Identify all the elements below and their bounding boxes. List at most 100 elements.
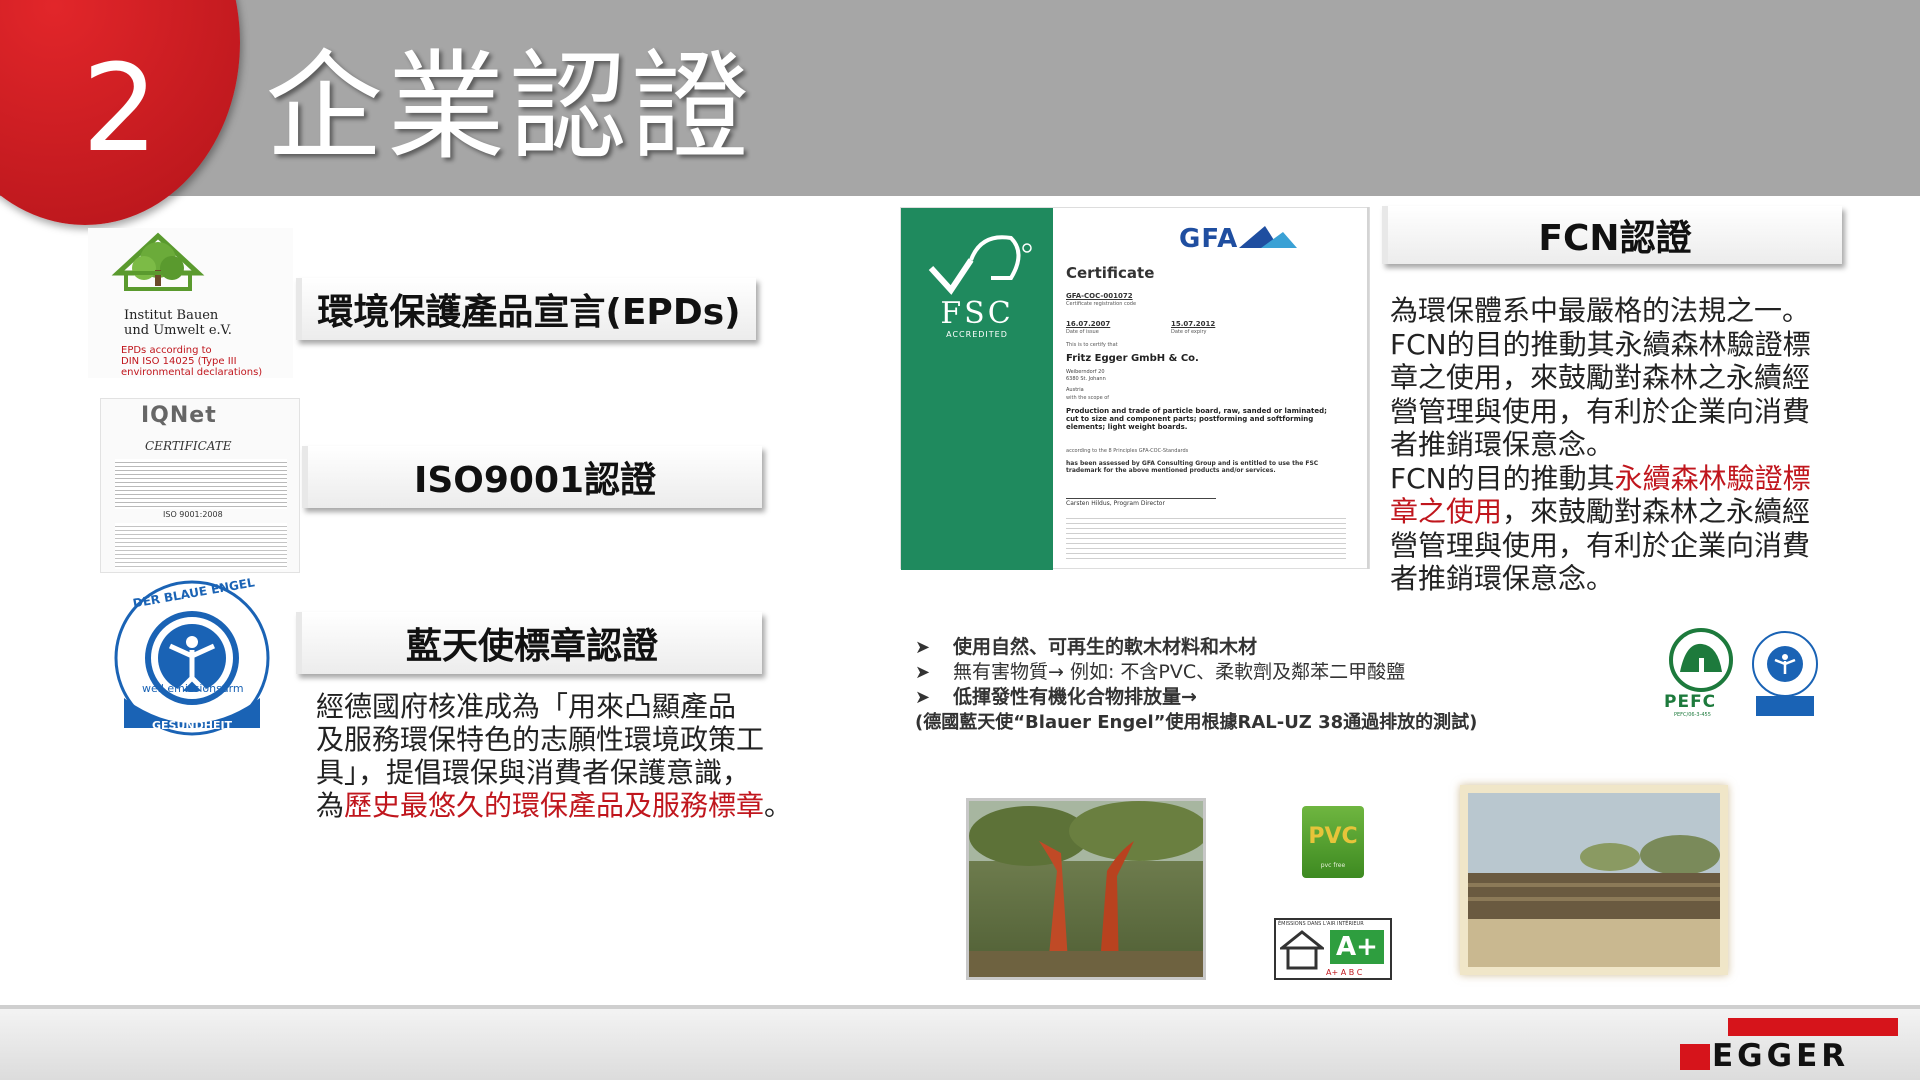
section-number: 2 — [81, 40, 159, 179]
fcn-p1-line-1: 為環保體系中最嚴格的法規之一。 — [1390, 294, 1811, 327]
ba-desc-line-4: 為歷史最悠久的環保產品及服務標章。 — [316, 789, 796, 822]
fsc-cert-heading: Certificate — [1066, 264, 1155, 282]
gfa-logo: GFA — [1179, 224, 1239, 254]
pvc-free-badge: PVC pvc free — [1302, 806, 1364, 878]
fsc-date-expiry: 15.07.2012 — [1171, 320, 1216, 328]
iqnet-fine-print-2 — [115, 523, 287, 569]
fsc-date-issue: 16.07.2007 — [1066, 320, 1111, 328]
fsc-cert-code: GFA-COC-001072 — [1066, 292, 1133, 300]
fsc-scope-label: with the scope of — [1066, 395, 1110, 401]
fcn-p1-line-2: FCN的目的推動其永續森林驗證標 — [1390, 327, 1811, 361]
iqnet-certificate-thumb: IQNet CERTIFICATE ISO 9001:2008 — [100, 398, 300, 573]
gfa-triangle-icon — [1239, 226, 1297, 248]
material-bullets: ➤ 使用自然、可再生的軟木材料和木材 ➤ 無有害物質→ 例如: 不含PVC、柔軟劑及… — [915, 635, 1477, 735]
fcn-p2-highlight-2: 章之使用 — [1390, 495, 1503, 528]
bullet-row: ➤ 低揮發性有機化合物排放量→ — [915, 685, 1477, 710]
fcn-p1-line-5: 者推銷環保意念。 — [1390, 428, 1615, 461]
ba-desc-4a: 為 — [316, 789, 345, 822]
fsc-company: Fritz Egger GmbH & Co. — [1066, 353, 1199, 364]
fsc-certify-text: This is to certify that — [1066, 342, 1118, 348]
pefc-code: PEFC/06-3-455 — [1674, 712, 1711, 718]
iqnet-logo: IQNet — [141, 403, 217, 428]
fsc-date-expiry-label: Date of expiry — [1171, 329, 1207, 335]
fcn-p2-line-1: FCN的目的推動其永續森林驗證標 — [1390, 462, 1830, 496]
egger-logo: EGGER — [1680, 1018, 1898, 1074]
fcn-p2-highlight-1: 永續森林驗證標 — [1614, 461, 1811, 495]
fsc-divider — [1367, 207, 1369, 569]
emission-a-plus-badge: ÉMISSIONS DANS L'AIR INTÉRIEUR A+ A+ A B… — [1274, 918, 1392, 980]
pefc-tree-icon — [1669, 628, 1733, 692]
bullet-text-2: 無有害物質→ 例如: 不含PVC、柔軟劑及鄰苯二甲酸鹽 — [953, 661, 1406, 683]
ba-desc-line-1: 經德國府核准成為「用來凸顯產品 — [316, 690, 737, 723]
cork-oak-photo — [966, 798, 1209, 980]
house-icon — [1280, 930, 1324, 970]
footer — [0, 1009, 1920, 1080]
egger-red-bar — [1728, 1018, 1898, 1036]
egger-wordmark: EGGER — [1712, 1038, 1850, 1074]
ibu-name-1: Institut Bauen — [124, 308, 219, 323]
blue-angel-logo: DER BLAUE ENGEL weil emissionsarm schütz… — [110, 575, 275, 743]
blue-angel-description: 經德國府核准成為「用來凸顯產品 及服務環保特色的志願性環境政策工 具」，提倡環保… — [316, 690, 796, 822]
fsc-certificate-image: FSC ACCREDITED GFA Certificate GFA-COC-0… — [900, 207, 1370, 570]
fcn-description: 為環保體系中最嚴格的法規之一。 FCN的目的推動其永續森林驗證標 章之使用，來鼓… — [1390, 294, 1830, 596]
fsc-address-1: Weiberndorf 20 — [1066, 369, 1105, 375]
fsc-green-band: FSC ACCREDITED — [901, 208, 1053, 570]
ibu-sub-3: environmental declarations) — [121, 367, 263, 378]
pefc-text: PEFC — [1664, 692, 1717, 712]
emission-grade: A+ — [1330, 930, 1384, 964]
ba-desc-line-2: 及服務環保特色的志願性環境政策工 — [316, 723, 765, 756]
ibu-sub-2: DIN ISO 14025 (Type III — [121, 356, 237, 367]
iso-label: ISO9001認證 — [302, 446, 762, 508]
cork-stack-icon — [1468, 793, 1720, 967]
ba-desc-highlight: 歷史最悠久的環保產品及服務標章 — [344, 789, 765, 822]
fsc-date-issue-label: Date of issue — [1066, 329, 1099, 335]
fcn-p2-2b: ，來鼓勵對森林之永續經 — [1502, 495, 1811, 528]
epd-label: 環境保護產品宣言(EPDs) — [296, 278, 756, 340]
ba-desc-4c: 。 — [764, 789, 793, 822]
bullet-arrow-icon: ➤ — [915, 662, 931, 683]
bullet-row: ➤ 使用自然、可再生的軟木材料和木材 — [915, 635, 1477, 660]
pefc-logo: PEFC PEFC/06-3-455 — [1660, 628, 1742, 720]
bullet-arrow-icon: ➤ — [915, 637, 931, 658]
fsc-address-2: 6380 St. Johann — [1066, 376, 1106, 382]
fsc-word: FSC — [940, 296, 1014, 331]
fcn-p1-line-3: 章之使用，來鼓勵對森林之永續經 — [1390, 361, 1811, 394]
fsc-fine-print — [1066, 514, 1346, 560]
bullet-note: (德國藍天使“Blauer Engel”使用根據RAL-UZ 38通過排放的測試… — [915, 712, 1478, 733]
fsc-cert-code-label: Certificate registration code — [1066, 301, 1137, 307]
fcn-p2-1a: FCN的目的推動其 — [1390, 461, 1615, 495]
fsc-assessed: has been assessed by GFA Consulting Grou… — [1066, 460, 1319, 474]
fsc-accredited: ACCREDITED — [946, 330, 1008, 339]
cork-trunk-icon — [969, 801, 1209, 977]
ibu-logo: Institut Bauen und Umwelt e.V. EPDs acco… — [88, 228, 293, 378]
fsc-address-3: Austria — [1066, 387, 1084, 393]
blue-angel-bottom-2: GESUNDHEIT — [152, 719, 233, 732]
iqnet-cert-word: CERTIFICATE — [145, 439, 232, 453]
ba-desc-line-3: 具」，提倡環保與消費者保護意識， — [316, 756, 751, 789]
bullet-arrow-icon: ➤ — [915, 687, 931, 708]
ibu-name-2: und Umwelt e.V. — [124, 323, 232, 338]
fsc-signature-line — [1066, 498, 1216, 499]
emission-label: ÉMISSIONS DANS L'AIR INTÉRIEUR — [1278, 921, 1364, 927]
fcn-label: FCN認證 — [1382, 206, 1842, 264]
bullet-text-3: 低揮發性有機化合物排放量→ — [953, 686, 1197, 708]
pvc-text: PVC — [1308, 824, 1358, 849]
blue-angel-mid: weil emissionsarm — [142, 682, 244, 695]
fsc-signer: Carsten Hildus, Program Director — [1066, 500, 1165, 507]
blue-angel-small-logo — [1750, 630, 1820, 720]
fcn-p2-line-3: 營管理與使用，有利於企業向消費 — [1390, 528, 1811, 562]
fsc-scope: Production and trade of particle board, … — [1066, 407, 1327, 431]
blue-angel-label: 藍天使標章認證 — [296, 612, 762, 674]
blue-angel-small-icon — [1752, 631, 1818, 716]
fcn-p2-line-4: 者推銷環保意念。 — [1390, 562, 1615, 595]
ibu-sub-1: EPDs according to — [121, 345, 212, 356]
iqnet-standard: ISO 9001:2008 — [163, 510, 223, 519]
emission-scale: A+ A B C — [1326, 968, 1363, 977]
blue-angel-bottom-1: schützt die — [170, 708, 214, 717]
cork-stack-photo — [1460, 785, 1728, 975]
fsc-principles: according to the 8 Principles GFA-COC-St… — [1066, 448, 1189, 454]
pvc-sub: pvc free — [1320, 862, 1346, 869]
iqnet-fine-print — [115, 459, 287, 509]
bullet-row: ➤ 無有害物質→ 例如: 不含PVC、柔軟劑及鄰苯二甲酸鹽 — [915, 660, 1477, 685]
fcn-p1-line-4: 營管理與使用，有利於企業向消費 — [1390, 394, 1811, 428]
